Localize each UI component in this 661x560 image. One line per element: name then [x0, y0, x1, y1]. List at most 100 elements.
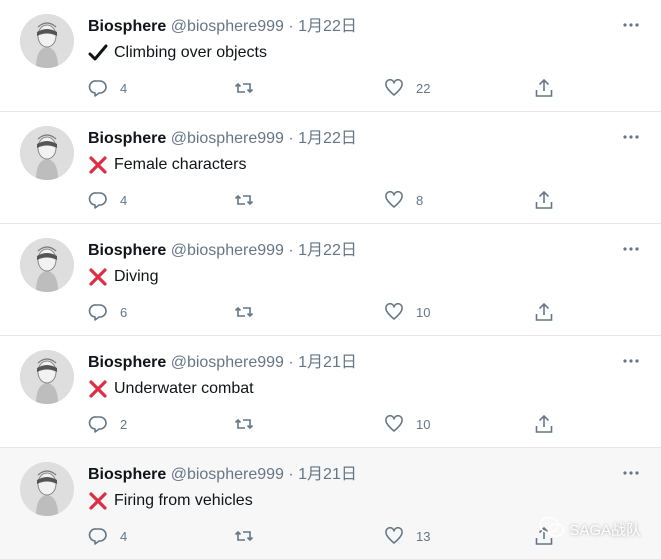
tweet[interactable]: Biosphere @biosphere999 · 1月22日 Climbing… [0, 0, 661, 112]
reply-icon [88, 526, 108, 546]
reply-button[interactable]: 4 [88, 526, 127, 546]
reply-icon [88, 78, 108, 98]
retweet-icon [234, 302, 254, 322]
reply-count: 4 [120, 192, 128, 208]
like-count: 10 [416, 416, 431, 432]
tweet-date[interactable]: 1月22日 [298, 242, 357, 259]
like-count: 22 [416, 80, 431, 96]
avatar[interactable] [20, 14, 74, 68]
reply-count: 2 [120, 416, 128, 432]
share-button[interactable] [534, 190, 554, 210]
author-name[interactable]: Biosphere [88, 130, 166, 147]
separator: · [288, 130, 294, 147]
retweet-button[interactable] [234, 302, 254, 322]
tweet-header: Biosphere @biosphere999 · 1月22日 [88, 128, 357, 150]
like-button[interactable]: 8 [384, 190, 423, 210]
tweet-body: Underwater combat [114, 380, 254, 397]
share-icon [534, 190, 554, 210]
heart-icon [384, 78, 404, 98]
reply-icon [88, 302, 108, 322]
more-icon[interactable] [621, 466, 641, 480]
tweet-text: Firing from vehicles [88, 490, 253, 512]
tweet-date[interactable]: 1月21日 [298, 354, 357, 371]
cross-mark-icon [88, 379, 108, 399]
tweet-body: Female characters [114, 156, 247, 173]
cross-mark-icon [88, 155, 108, 175]
separator: · [288, 18, 294, 35]
tweet[interactable]: Biosphere @biosphere999 · 1月21日 Firing f… [0, 448, 661, 560]
like-button[interactable]: 13 [384, 526, 430, 546]
tweet-text: Diving [88, 266, 158, 288]
tweet-date[interactable]: 1月21日 [298, 466, 357, 483]
tweet-body: Diving [114, 268, 159, 285]
tweet-date[interactable]: 1月22日 [298, 18, 357, 35]
tweet[interactable]: Biosphere @biosphere999 · 1月21日 Underwat… [0, 336, 661, 448]
reply-count: 6 [120, 304, 128, 320]
author-handle[interactable]: @biosphere999 [171, 242, 284, 259]
reply-button[interactable]: 4 [88, 78, 127, 98]
reply-icon [88, 414, 108, 434]
like-count: 13 [416, 528, 431, 544]
reply-count: 4 [120, 528, 128, 544]
reply-button[interactable]: 4 [88, 190, 127, 210]
tweet-header: Biosphere @biosphere999 · 1月21日 [88, 352, 357, 374]
retweet-button[interactable] [234, 414, 254, 434]
author-name[interactable]: Biosphere [88, 18, 166, 35]
heart-icon [384, 526, 404, 546]
avatar[interactable] [20, 238, 74, 292]
tweet-feed: Biosphere @biosphere999 · 1月22日 Climbing… [0, 0, 661, 560]
share-button[interactable] [534, 78, 554, 98]
author-handle[interactable]: @biosphere999 [171, 354, 284, 371]
tweet-text: Underwater combat [88, 378, 254, 400]
separator: · [288, 466, 294, 483]
tweet-text: Climbing over objects [88, 42, 267, 64]
heart-icon [384, 414, 404, 434]
avatar[interactable] [20, 462, 74, 516]
like-button[interactable]: 22 [384, 78, 430, 98]
like-count: 8 [416, 192, 424, 208]
tweet-header: Biosphere @biosphere999 · 1月22日 [88, 16, 357, 38]
retweet-icon [234, 526, 254, 546]
retweet-button[interactable] [234, 78, 254, 98]
retweet-button[interactable] [234, 526, 254, 546]
tweet[interactable]: Biosphere @biosphere999 · 1月22日 Female c… [0, 112, 661, 224]
heart-icon [384, 302, 404, 322]
reply-icon [88, 190, 108, 210]
more-icon[interactable] [621, 130, 641, 144]
tweet-date[interactable]: 1月22日 [298, 130, 357, 147]
like-count: 10 [416, 304, 431, 320]
watermark: SAGA战队 [539, 516, 641, 542]
more-icon[interactable] [621, 354, 641, 368]
share-icon [534, 78, 554, 98]
tweet-body: Climbing over objects [114, 44, 267, 61]
avatar[interactable] [20, 126, 74, 180]
share-button[interactable] [534, 302, 554, 322]
more-icon[interactable] [621, 242, 641, 256]
share-icon [534, 302, 554, 322]
author-name[interactable]: Biosphere [88, 354, 166, 371]
author-name[interactable]: Biosphere [88, 466, 166, 483]
like-button[interactable]: 10 [384, 302, 430, 322]
avatar[interactable] [20, 350, 74, 404]
watermark-text: SAGA战队 [569, 521, 641, 539]
check-mark-icon [88, 43, 108, 63]
author-name[interactable]: Biosphere [88, 242, 166, 259]
tweet-text: Female characters [88, 154, 247, 176]
share-icon [534, 414, 554, 434]
tweet-header: Biosphere @biosphere999 · 1月21日 [88, 464, 357, 486]
retweet-icon [234, 190, 254, 210]
reply-button[interactable]: 6 [88, 302, 127, 322]
author-handle[interactable]: @biosphere999 [171, 18, 284, 35]
share-button[interactable] [534, 414, 554, 434]
tweet[interactable]: Biosphere @biosphere999 · 1月22日 Diving 6… [0, 224, 661, 336]
author-handle[interactable]: @biosphere999 [171, 130, 284, 147]
more-icon[interactable] [621, 18, 641, 32]
retweet-button[interactable] [234, 190, 254, 210]
wechat-icon [539, 516, 569, 542]
reply-button[interactable]: 2 [88, 414, 127, 434]
reply-count: 4 [120, 80, 128, 96]
author-handle[interactable]: @biosphere999 [171, 466, 284, 483]
cross-mark-icon [88, 491, 108, 511]
like-button[interactable]: 10 [384, 414, 430, 434]
tweet-body: Firing from vehicles [114, 492, 253, 509]
